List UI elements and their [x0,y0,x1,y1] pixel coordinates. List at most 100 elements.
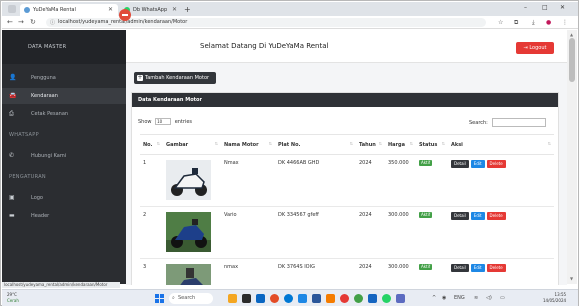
profile-icon[interactable]: ● [546,18,551,27]
store-icon[interactable] [368,294,377,303]
chrome-icon[interactable] [270,294,279,303]
forward-icon[interactable]: → [18,17,24,28]
taskbar-search[interactable]: ⌕ Search [169,293,213,304]
clock-date: 14/05/2024 [543,298,567,303]
widgets-icon[interactable] [228,294,237,303]
sidebar-item-hubungi-kami[interactable]: ✆ Hubungi Kami [2,148,126,164]
new-tab-button[interactable]: + [184,5,191,15]
app-icon[interactable] [354,294,363,303]
tray-app-icon[interactable]: ◉ [442,294,446,303]
maximize-button[interactable]: □ [542,4,548,11]
cell-harga: 350.000 [385,154,416,207]
detail-button[interactable]: Detail [451,160,469,168]
tab-yudeyama[interactable]: YuDeYaMa Rental ✕ [20,4,118,16]
word-icon[interactable] [312,294,321,303]
column-header-gambar[interactable]: Gambar ⇅ [163,134,221,155]
sidebar-header: DATA MASTER [2,30,126,64]
sidebar-item-label: Logo [31,195,43,201]
column-header-harga[interactable]: Harga ⇅ [385,134,416,155]
column-header-nama-motor[interactable]: Nama Motor ⇅ [221,134,275,155]
sidebar-item-label: Pengguna [31,75,56,81]
extensions-icon[interactable]: ⧉ [514,18,518,27]
close-tab-icon[interactable]: ✕ [172,4,177,16]
close-tab-icon[interactable]: ✕ [108,4,113,16]
edit-button[interactable]: Edit [470,212,485,220]
edit-button[interactable]: Edit [470,264,485,272]
scroll-up-icon[interactable]: ▲ [570,32,573,37]
windows-start-icon[interactable] [155,294,164,303]
scroll-down-icon[interactable]: ▼ [570,276,573,281]
sidebar-item-kendaraan[interactable]: 🚘 Kendaraan [2,88,126,104]
table-row: 1 Nmax DK 4466AB GHD 2024 350.000 Aktif … [140,154,554,207]
column-header-status[interactable]: Status ⇅ [416,134,448,155]
edit-button[interactable]: Edit [470,160,485,168]
entries-select[interactable]: 10 [155,118,172,125]
tab-search-icon[interactable] [8,5,16,13]
xampp-icon[interactable] [326,294,335,303]
cell-plat-no: DK 3764S IOIG [275,258,356,285]
cell-status: Aktif [416,154,448,207]
bookmark-star-icon[interactable]: ☆ [498,18,503,27]
sidebar-item-logo[interactable]: ▣ Logo [2,190,126,206]
url-field[interactable]: ⓘ localhost/yudeyama_rental/admin/kendar… [46,18,486,27]
wifi-icon[interactable]: ≋ [474,294,478,303]
weather-widget[interactable]: 29°C Cerah [7,292,19,304]
delete-button[interactable]: Delete [486,160,506,168]
download-icon[interactable]: ⤓ [532,18,535,27]
delete-button[interactable]: Delete [486,264,506,272]
site-info-icon[interactable]: ⓘ [50,19,55,26]
sort-icon: ⇅ [378,141,382,146]
column-header-tahun[interactable]: Tahun ⇅ [356,134,385,155]
file-explorer-icon[interactable] [256,294,265,303]
reload-icon[interactable]: ↻ [30,17,36,28]
battery-icon[interactable]: ▭ [500,294,505,303]
cell-nama-motor: Nmax [221,154,275,207]
tab-strip: YuDeYaMa Rental ✕ Db WhatsApp ✕ + – □ ✕ [2,2,578,16]
cell-aksi: Detail Edit Delete [448,154,554,207]
cell-harga: 300.000 [385,206,416,259]
vscode-icon[interactable] [298,294,307,303]
teams-icon[interactable] [396,294,405,303]
cell-aksi: Detail Edit Delete [448,206,554,259]
sort-icon: ⇅ [268,141,272,146]
column-header-plat-no[interactable]: Plat No. ⇅ [275,134,356,155]
scroll-thumb[interactable] [569,38,575,82]
top-bar: Selamat Datang Di YuDeYaMa Rental ⇥ Logo… [126,30,567,63]
cell-harga: 300.000 [385,258,416,285]
menu-kebab-icon[interactable]: ⋮ [562,18,568,27]
minimize-button[interactable]: – [524,4,527,11]
whatsapp-icon[interactable] [382,294,391,303]
search-input[interactable] [492,118,547,127]
search-icon: ⌕ [172,295,175,301]
status-badge: Aktif [419,264,433,270]
close-window-button[interactable]: ✕ [560,4,565,11]
column-header-no[interactable]: No. ⇅ [140,134,163,155]
tab-label: YuDeYaMa Rental [33,7,76,13]
entries-label: entries [174,119,193,125]
motor-table: No. ⇅ Gambar ⇅ Nama Motor ⇅ Plat No. ⇅ Tahun… [140,134,554,285]
sidebar-toggle-button[interactable] [119,9,131,21]
main-content: + Tambah Kendaraan Motor Data Kendaraan … [126,63,567,285]
page-title: Selamat Datang Di YuDeYaMa Rental [200,42,329,50]
cell-aksi: Detail Edit Delete [448,258,554,285]
tray-chevron-icon[interactable]: ^ [432,294,436,303]
sidebar-item-header[interactable]: ▬ Header [2,208,126,224]
column-header-aksi[interactable]: Aksi ⇅ [448,134,554,155]
tray-lang[interactable]: ENG [454,294,465,303]
delete-button[interactable]: Delete [486,212,506,220]
logout-button[interactable]: ⇥ Logout [516,42,554,54]
edge-icon[interactable] [284,294,293,303]
browser-icon[interactable] [340,294,349,303]
sidebar-item-cetak-pesanan[interactable]: ⎙ Cetak Pesanan [2,106,126,122]
page-scrollbar[interactable]: ▲ ▼ [567,30,577,284]
image-icon: ▣ [9,194,15,201]
sort-icon: ⇅ [156,141,160,146]
taskbar-clock[interactable]: 13:55 14/05/2024 [543,292,566,304]
back-icon[interactable]: ← [7,17,13,28]
volume-icon[interactable]: ◁) [486,294,492,303]
task-view-icon[interactable] [242,294,251,303]
detail-button[interactable]: Detail [451,212,469,220]
sidebar-item-pengguna[interactable]: 👤 Pengguna [2,70,126,86]
add-motor-button[interactable]: + Tambah Kendaraan Motor [134,72,216,84]
detail-button[interactable]: Detail [451,264,469,272]
